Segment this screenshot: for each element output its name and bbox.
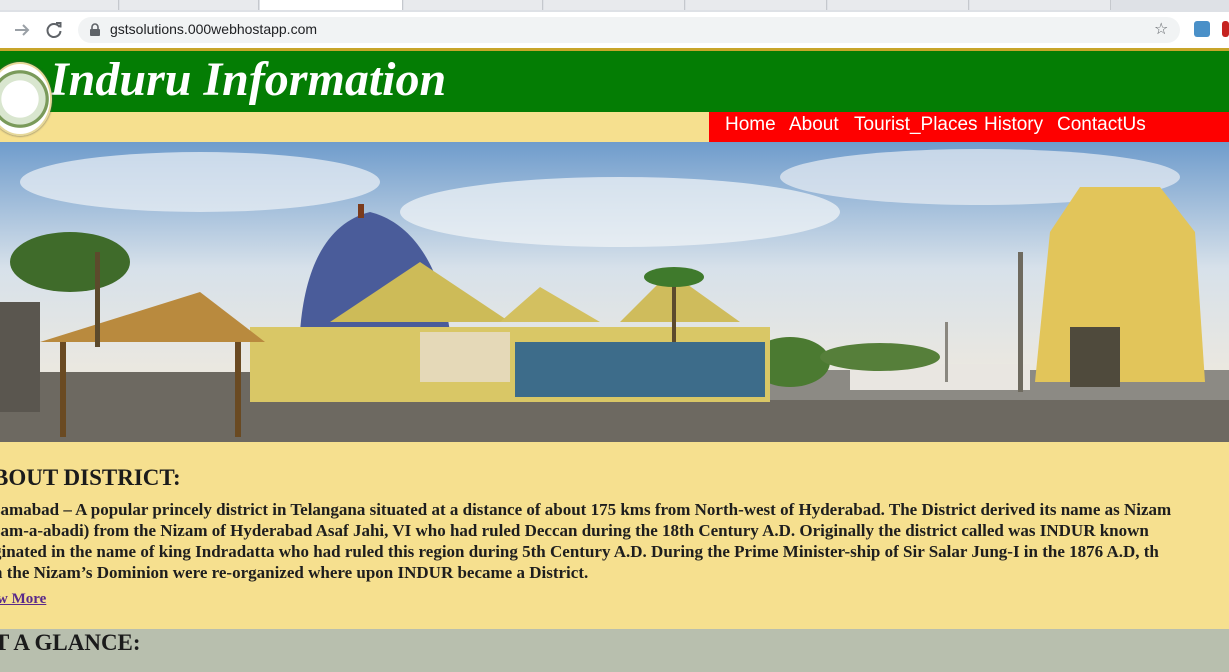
nav-contact-link[interactable]: ContactUs (1057, 114, 1146, 136)
nav-tourist-places-link[interactable]: Tourist_Places (854, 114, 978, 136)
browser-tab-active[interactable] (260, 0, 403, 10)
browser-tab[interactable] (828, 0, 969, 10)
temple-panorama (0, 142, 1229, 442)
extension-icon[interactable] (1194, 21, 1210, 37)
browser-tab-strip (0, 0, 1229, 12)
about-paragraph-line: zam-a-abadi) from the Nizam of Hyderabad… (0, 521, 1149, 540)
browser-tab[interactable] (686, 0, 827, 10)
address-bar[interactable]: gstsolutions.000webhostapp.com ☆ (78, 17, 1180, 43)
reload-icon[interactable] (44, 20, 64, 40)
lock-icon[interactable] (88, 23, 102, 37)
browser-tab[interactable] (404, 0, 543, 10)
browser-tab[interactable] (0, 0, 119, 10)
browser-tab[interactable] (120, 0, 259, 10)
nav-history-link[interactable]: History (984, 114, 1043, 136)
nav-home-link[interactable]: Home (725, 114, 776, 136)
main-nav: Home About Tourist_Places History Contac… (709, 112, 1229, 142)
about-paragraph-line: n the Nizam’s Dominion were re-organized… (0, 563, 589, 582)
browser-tab[interactable] (544, 0, 685, 10)
about-district-heading: BOUT DISTRICT: (0, 465, 181, 490)
address-url[interactable]: gstsolutions.000webhostapp.com (110, 21, 317, 37)
browser-tab[interactable] (970, 0, 1111, 10)
browser-toolbar: gstsolutions.000webhostapp.com ☆ (0, 12, 1229, 49)
forward-arrow-icon[interactable] (12, 20, 32, 40)
view-more-link[interactable]: w More (0, 591, 46, 608)
about-paragraph-line: ginated in the name of king Indradatta w… (0, 542, 1159, 561)
extension-icon[interactable] (1222, 21, 1229, 37)
at-a-glance-heading: T A GLANCE: (0, 630, 141, 655)
at-a-glance-section: T A GLANCE: (0, 629, 1229, 672)
star-icon[interactable]: ☆ (1154, 19, 1168, 38)
about-paragraph-line: zamabad – A popular princely district in… (0, 500, 1172, 519)
nav-about-link[interactable]: About (789, 114, 839, 136)
hero-temple-image (0, 142, 1229, 442)
site-title: Induru Information (50, 53, 447, 106)
